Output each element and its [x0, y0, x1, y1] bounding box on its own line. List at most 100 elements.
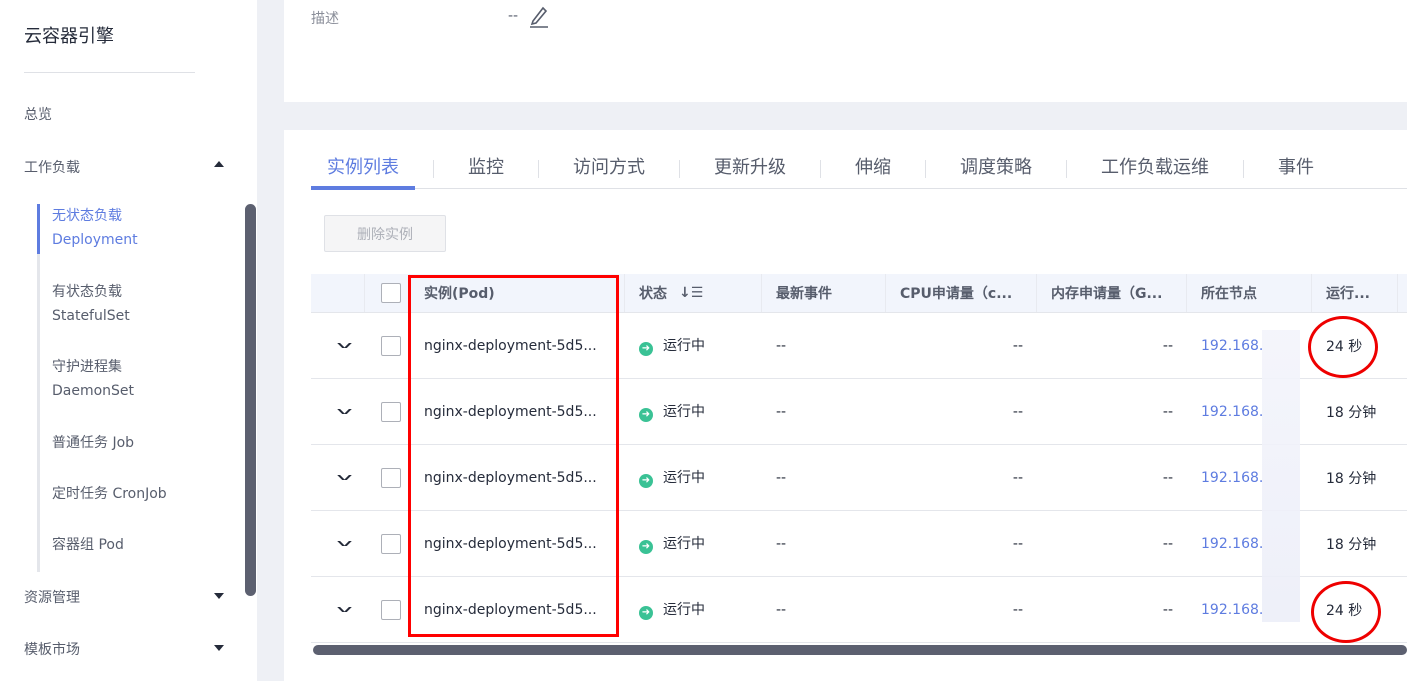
tab-1[interactable]: 监控 [452, 151, 520, 187]
mem: -- [1162, 535, 1173, 552]
tab-separator [820, 160, 821, 178]
label: Deployment [52, 232, 138, 248]
expand-header [311, 274, 365, 312]
expand-button[interactable] [311, 607, 365, 612]
running-icon: ➜ [639, 540, 653, 554]
active-indicator [37, 204, 40, 254]
col-node: 所在节点 [1187, 274, 1312, 312]
sidebar: 云容器引擎 总览 工作负载 无状态负载 Deployment 有状态负载 State… [0, 0, 257, 681]
tab-6[interactable]: 工作负载运维 [1085, 151, 1225, 187]
col-mem: 内存申请量（G... [1037, 274, 1187, 312]
row-select[interactable] [365, 599, 410, 620]
status: ➜ 运行中 [625, 335, 762, 356]
col-age: 运行... [1312, 274, 1398, 312]
status: ➜ 运行中 [625, 533, 762, 554]
tab-3[interactable]: 更新升级 [698, 151, 802, 187]
tab-4[interactable]: 伸缩 [839, 151, 907, 187]
label: StatefulSet [52, 308, 130, 324]
desc-label: 描述 [311, 11, 339, 27]
horizontal-scrollbar[interactable] [313, 645, 1407, 655]
redacted-area [1262, 330, 1300, 622]
nav-daemonset[interactable]: 守护进程集 DaemonSet [52, 355, 134, 403]
row-select[interactable] [365, 467, 410, 488]
nav-job[interactable]: 普通任务 Job [52, 431, 134, 455]
checkbox[interactable] [381, 401, 401, 422]
tab-bar: 实例列表 监控 访问方式 更新升级 伸缩 调度策略 工作负载运维 事件 [311, 150, 1407, 190]
caret-up-icon[interactable] [214, 161, 224, 167]
expand-button[interactable] [311, 541, 365, 546]
nav-template[interactable]: 模板市场 [24, 639, 80, 659]
label: 有状态负载 [52, 284, 122, 300]
running-icon: ➜ [639, 474, 653, 488]
nav-statefulset[interactable]: 有状态负载 StatefulSet [52, 280, 130, 328]
event: -- [776, 535, 787, 552]
status-text: 运行中 [663, 536, 705, 552]
nav-pod[interactable]: 容器组 Pod [52, 533, 124, 557]
highlight-circle [1311, 581, 1381, 643]
checkbox[interactable] [381, 599, 401, 620]
chevron-down-icon[interactable] [336, 541, 353, 546]
nav-overview[interactable]: 总览 [24, 104, 52, 124]
tab-separator [925, 160, 926, 178]
caret-down-icon[interactable] [214, 645, 224, 651]
row-select[interactable] [365, 335, 410, 356]
checkbox[interactable] [381, 533, 401, 554]
chevron-down-icon[interactable] [336, 475, 353, 480]
status-text: 运行中 [663, 338, 705, 354]
nav-resource[interactable]: 资源管理 [24, 587, 80, 607]
nav-cronjob[interactable]: 定时任务 CronJob [52, 482, 167, 506]
divider [24, 72, 195, 73]
expand-button[interactable] [311, 409, 365, 414]
delete-instance-button[interactable]: 删除实例 [324, 215, 446, 252]
age: 18 分钟 [1326, 404, 1377, 421]
nav-deployment[interactable]: 无状态负载 Deployment [52, 204, 138, 252]
caret-down-icon[interactable] [214, 593, 224, 599]
nav-workload[interactable]: 工作负载 [24, 157, 80, 177]
label: DaemonSet [52, 383, 135, 399]
highlight-box [408, 275, 619, 637]
mem: -- [1162, 601, 1173, 618]
detail-card [284, 0, 1407, 102]
tab-separator [433, 160, 434, 178]
edit-icon[interactable] [528, 4, 550, 28]
event: -- [776, 403, 787, 420]
tab-separator [679, 160, 680, 178]
chevron-down-icon[interactable] [336, 409, 353, 414]
chevron-down-icon[interactable] [336, 343, 353, 348]
checkbox[interactable] [381, 283, 401, 303]
tab-separator [538, 160, 539, 178]
label: 守护进程集 [52, 359, 122, 375]
select-all[interactable] [365, 274, 410, 312]
event: -- [776, 337, 787, 354]
sort-icon[interactable]: ↓☰ [679, 285, 703, 301]
checkbox[interactable] [381, 335, 401, 356]
brand-title: 云容器引擎 [24, 26, 114, 47]
mem: -- [1162, 337, 1173, 354]
row-select[interactable] [365, 401, 410, 422]
tab-separator [1066, 160, 1067, 178]
status-text: 运行中 [663, 404, 705, 420]
status: ➜ 运行中 [625, 467, 762, 488]
status-text: 运行中 [663, 602, 705, 618]
checkbox[interactable] [381, 467, 401, 488]
tab-2[interactable]: 访问方式 [557, 151, 661, 187]
col-status[interactable]: 状态 ↓☰ [625, 274, 762, 312]
status: ➜ 运行中 [625, 401, 762, 422]
expand-button[interactable] [311, 343, 365, 348]
tab-5[interactable]: 调度策略 [944, 151, 1048, 187]
chevron-down-icon[interactable] [336, 607, 353, 612]
highlight-circle [1308, 316, 1378, 378]
sidebar-scrollbar[interactable] [245, 204, 256, 596]
event: -- [776, 469, 787, 486]
expand-button[interactable] [311, 475, 365, 480]
running-icon: ➜ [639, 606, 653, 620]
tab-0[interactable]: 实例列表 [311, 151, 415, 190]
tab-separator [1243, 160, 1244, 178]
cpu: -- [1012, 337, 1023, 354]
running-icon: ➜ [639, 342, 653, 356]
cpu: -- [1012, 535, 1023, 552]
status: ➜ 运行中 [625, 599, 762, 620]
tab-7[interactable]: 事件 [1262, 151, 1330, 187]
status-text: 运行中 [663, 470, 705, 486]
row-select[interactable] [365, 533, 410, 554]
